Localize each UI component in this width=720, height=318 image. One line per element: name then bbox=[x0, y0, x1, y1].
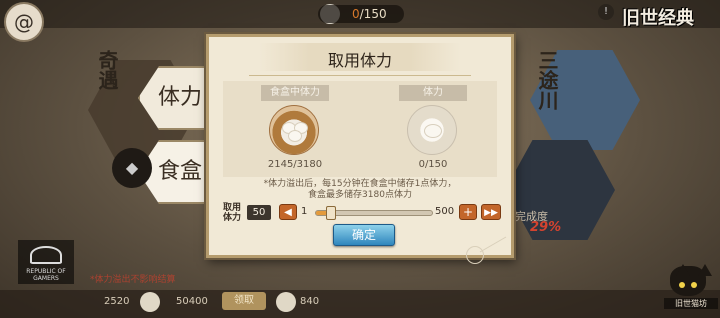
info-icon[interactable]: ! bbox=[598, 4, 614, 20]
bottom-value-1: 2520 bbox=[104, 296, 130, 307]
bun-icon bbox=[288, 130, 302, 142]
coin-icon bbox=[140, 292, 160, 312]
lock-icon: ◆ bbox=[112, 148, 152, 188]
bottom-value-2: 50400 bbox=[176, 296, 208, 307]
claim-button[interactable]: 领取 bbox=[222, 292, 266, 310]
cat-ear-icon bbox=[676, 264, 690, 276]
confirm-button[interactable]: 确定 bbox=[333, 224, 395, 246]
stamina-bun-icon bbox=[407, 105, 457, 155]
game-logo: 旧世经典 bbox=[622, 8, 694, 29]
note-line-1: *体力溢出后，每15分钟在食盒中储存1点体力， bbox=[263, 179, 457, 189]
rog-line2: GAMERS bbox=[33, 275, 59, 282]
bottom-hint: *体力溢出不影响结算 bbox=[90, 275, 176, 285]
slider-max-label: 500 bbox=[435, 206, 455, 217]
bg-title-left: 奇遇 bbox=[95, 50, 119, 90]
slider-handle[interactable] bbox=[326, 206, 337, 220]
increase-button[interactable]: + bbox=[459, 204, 477, 220]
cat-eye-icon bbox=[691, 282, 697, 288]
dialog-divider bbox=[249, 75, 471, 76]
take-stamina-dialog: 取用体力 食盒中体力 体力 2145/3180 0/150 *体力溢出后，每15… bbox=[206, 34, 514, 258]
rog-eye-icon bbox=[30, 246, 62, 264]
decrease-button[interactable]: ◀ bbox=[279, 204, 297, 220]
resource-current: 0 bbox=[352, 7, 360, 21]
cat-ear-icon bbox=[698, 264, 712, 276]
rog-line1: REPUBLIC OF bbox=[26, 268, 66, 275]
dialog-title: 取用体力 bbox=[327, 51, 392, 70]
bun-icon bbox=[424, 124, 442, 138]
cat-head bbox=[670, 264, 712, 296]
take-amount-value[interactable]: 50 bbox=[247, 205, 271, 220]
note-line-2: 食盒最多储存3180点体力 bbox=[308, 190, 412, 200]
max-button[interactable]: ▶▶ bbox=[481, 204, 501, 220]
swirl-back-icon: @ bbox=[14, 10, 34, 34]
food-box-stamina-label: 食盒中体力 bbox=[261, 85, 329, 101]
bottom-value-3: 840 bbox=[300, 296, 320, 307]
stamina-value: 0/150 bbox=[418, 159, 448, 170]
amount-slider[interactable] bbox=[315, 206, 433, 220]
cat-eye-icon bbox=[679, 282, 685, 288]
slider-min-label: 1 bbox=[301, 206, 308, 217]
food-box-stamina-value: 2145/3180 bbox=[267, 159, 323, 170]
deco-ring bbox=[466, 246, 484, 264]
storage-note: *体力溢出后，每15分钟在食盒中储存1点体力， 食盒最多储存3180点体力 bbox=[209, 179, 511, 201]
take-amount-label: 取用体力 bbox=[223, 203, 242, 223]
steamer-basket-icon bbox=[269, 105, 319, 155]
cat-label: 旧世猫坊 bbox=[664, 298, 718, 309]
stamina-resource-counter: 0/150 bbox=[318, 5, 404, 23]
bg-title-right: 三途川 bbox=[535, 50, 559, 110]
back-button[interactable]: @ bbox=[4, 2, 44, 42]
cat-mascot[interactable]: 旧世猫坊 bbox=[664, 262, 718, 312]
stamina-label: 体力 bbox=[399, 85, 467, 101]
stamina-icon bbox=[276, 292, 296, 312]
completion-percent: 29% bbox=[530, 220, 562, 235]
resource-total: /150 bbox=[359, 7, 387, 21]
